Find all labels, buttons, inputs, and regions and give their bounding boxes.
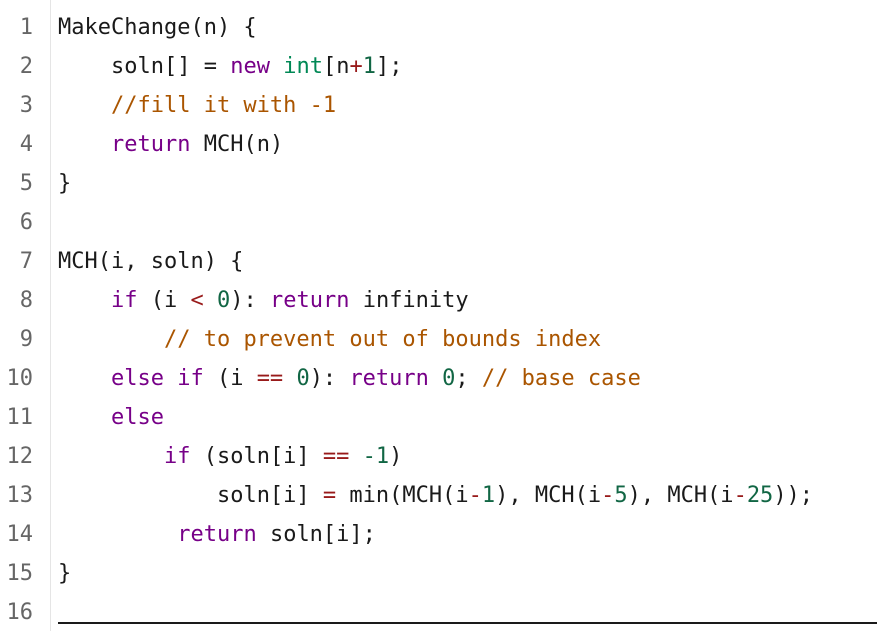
line-number: 13 xyxy=(6,483,34,508)
line-number: 12 xyxy=(6,444,34,469)
number-token: 1 xyxy=(481,483,496,508)
line-number: 16 xyxy=(6,600,34,625)
code-line[interactable]: soln[i] = min(MCH(i-1), MCH(i-5), MCH(i-… xyxy=(58,476,813,515)
operator-token: < xyxy=(190,288,204,313)
code-text: ) xyxy=(389,444,403,469)
line-number: 8 xyxy=(19,288,33,313)
comment-token: //fill it with -1 xyxy=(110,93,337,118)
operator-token: == xyxy=(256,366,284,391)
number-token: 0 xyxy=(216,288,231,313)
code-text: )); xyxy=(773,483,814,508)
code-line[interactable]: MCH(i, soln) { xyxy=(58,242,243,281)
code-text: soln[] = xyxy=(110,54,231,79)
code-editor[interactable]: 1 2 3 4 5 6 7 8 9 10 11 12 13 14 15 16 M… xyxy=(0,0,877,631)
code-line[interactable]: MakeChange(n) { xyxy=(58,8,257,47)
line-number-gutter: 1 2 3 4 5 6 7 8 9 10 11 12 13 14 15 16 xyxy=(0,0,51,631)
code-line[interactable]: } xyxy=(58,554,71,593)
code-text: } xyxy=(58,171,72,196)
code-line[interactable]: return MCH(n) xyxy=(58,125,283,164)
line-number: 4 xyxy=(19,132,33,157)
number-token: 25 xyxy=(746,483,774,508)
code-text: (i xyxy=(137,288,191,313)
line-number: 3 xyxy=(19,93,33,118)
code-text: } xyxy=(58,561,72,586)
code-text: ]; xyxy=(375,54,403,79)
type-token: int xyxy=(283,54,323,79)
code-text: ): xyxy=(230,288,270,313)
code-text: (i xyxy=(203,366,257,391)
code-line[interactable]: // to prevent out of bounds index xyxy=(58,320,601,359)
number-token: 0 xyxy=(296,366,310,391)
operator-token: + xyxy=(349,54,363,79)
number-token: 1 xyxy=(362,54,376,79)
function-signature: MakeChange(n) { xyxy=(58,15,257,40)
code-text: soln[i]; xyxy=(256,522,376,547)
code-text: ): xyxy=(309,366,350,391)
code-text: ), MCH(i xyxy=(495,483,602,508)
line-number: 11 xyxy=(6,405,34,430)
keyword-token: return xyxy=(349,366,429,391)
comment-token: // base case xyxy=(481,366,641,391)
keyword-token: return xyxy=(177,522,257,547)
keyword-token: new xyxy=(230,54,270,79)
keyword-token: else if xyxy=(110,366,204,391)
line-number: 15 xyxy=(6,561,34,586)
code-text: [n xyxy=(322,54,350,79)
code-text: (soln[i] xyxy=(190,444,323,469)
line-number: 5 xyxy=(19,171,33,196)
code-text: ; xyxy=(455,366,482,391)
number-token: 5 xyxy=(614,483,628,508)
operator-token: - xyxy=(601,483,615,508)
line-number: 1 xyxy=(19,15,33,40)
number-token: 0 xyxy=(442,366,456,391)
code-line[interactable]: if (i < 0): return infinity xyxy=(58,281,469,320)
function-signature: MCH(i, soln) { xyxy=(58,249,244,274)
keyword-token: if xyxy=(163,444,191,469)
code-line[interactable]: if (soln[i] == -1) xyxy=(58,437,402,476)
active-line-underline xyxy=(58,622,877,624)
keyword-token: return xyxy=(110,132,191,157)
number-token: -1 xyxy=(362,444,390,469)
code-line[interactable]: //fill it with -1 xyxy=(58,86,336,125)
code-line[interactable]: soln[] = new int[n+1]; xyxy=(58,47,402,86)
line-number: 9 xyxy=(19,327,33,352)
code-line[interactable]: } xyxy=(58,164,71,203)
code-line[interactable]: return soln[i]; xyxy=(58,515,376,554)
operator-token: - xyxy=(733,483,747,508)
line-number: 14 xyxy=(6,522,34,547)
comment-token: // to prevent out of bounds index xyxy=(163,327,602,352)
keyword-token: if xyxy=(110,288,138,313)
line-number: 6 xyxy=(19,210,33,235)
code-text: soln[i] xyxy=(216,483,323,508)
line-number: 10 xyxy=(6,366,34,391)
code-text: infinity xyxy=(349,288,469,313)
line-number: 2 xyxy=(19,54,33,79)
operator-token: == xyxy=(322,444,350,469)
code-text: MCH(n) xyxy=(190,132,284,157)
code-line[interactable]: else xyxy=(58,398,164,437)
code-text: min(MCH(i xyxy=(336,483,469,508)
code-line[interactable]: else if (i == 0): return 0; // base case xyxy=(58,359,641,398)
code-text: ), MCH(i xyxy=(627,483,734,508)
operator-token: - xyxy=(468,483,482,508)
line-number: 7 xyxy=(19,249,33,274)
keyword-token: else xyxy=(110,405,164,430)
keyword-token: return xyxy=(269,288,350,313)
operator-token: = xyxy=(322,483,337,508)
